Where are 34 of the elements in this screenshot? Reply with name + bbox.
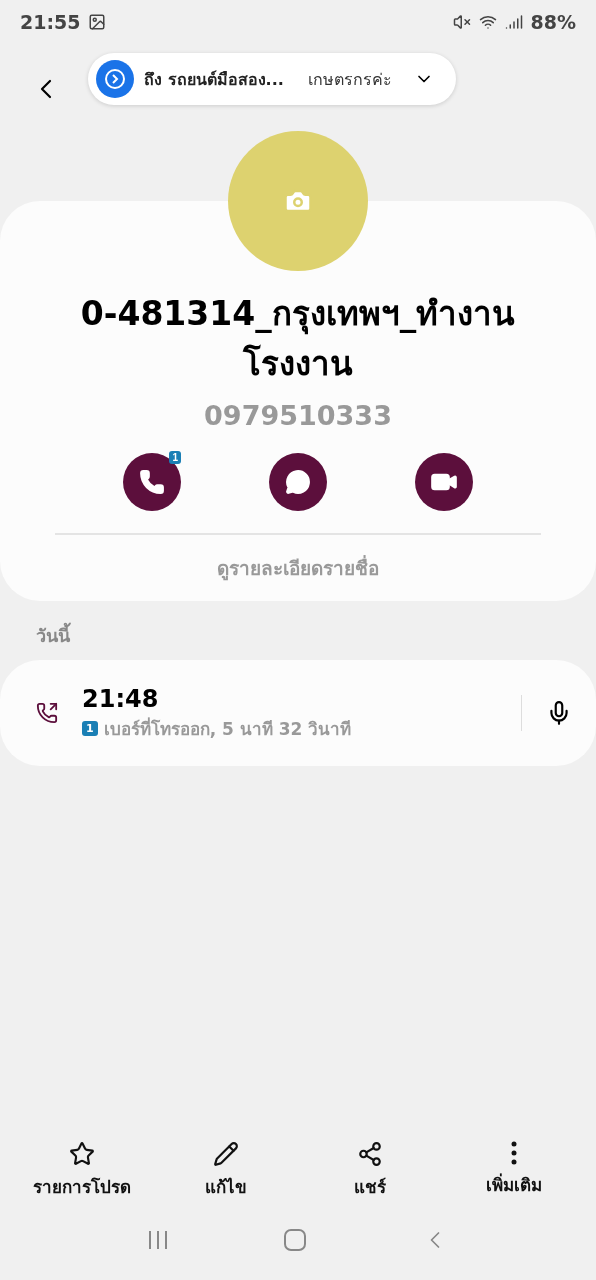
notification-text: เกษตรกรค่ะ [307,68,392,91]
call-log-card[interactable]: 21:48 1 เบอร์ที่โทรออก, 5 นาที 32 วินาที [0,660,596,766]
video-call-button[interactable] [415,453,473,511]
sim-badge: 1 [169,451,181,464]
home-icon[interactable] [283,1228,307,1252]
image-icon [88,13,107,31]
notification-pill[interactable]: ถึง รถยนต์มือสอง... เกษตรกรค่ะ [88,53,456,105]
toolbar-button[interactable]: รายการโปรด [17,1141,147,1200]
call-description: เบอร์ที่โทรออก, 5 นาที 32 วินาที [103,716,352,741]
contact-name: 0-481314_กรุงเทพฯ_ทำงาน โรงงาน [80,293,516,385]
signal-icon [504,13,523,31]
mute-icon [452,13,471,31]
message-button[interactable] [269,453,327,511]
section-heading: วันนี้ [0,601,596,660]
toolbar-button[interactable]: แก้ไข [161,1141,291,1200]
toolbar-button[interactable]: เพิ่มเติม [449,1141,579,1200]
recent-apps-icon[interactable] [147,1229,169,1251]
more-icon [511,1141,517,1165]
pencil-icon [213,1141,239,1167]
battery-level: 88% [530,11,576,33]
share-icon [357,1141,383,1167]
sim-badge: 1 [82,720,98,736]
call-time: 21:48 [82,684,160,713]
toolbar-button[interactable]: แชร์ [305,1141,435,1200]
wifi-icon [478,13,497,31]
call-button[interactable]: 1 [123,453,181,511]
status-time: 21:55 [20,11,81,33]
chat-bubble-icon [285,469,311,495]
phone-icon [139,469,165,495]
notification-title: ถึง รถยนต์มือสอง... [144,68,284,91]
star-icon [69,1141,95,1167]
outgoing-call-icon [36,702,58,724]
phone-number: 0979510333 [204,400,392,431]
app-icon [96,60,134,98]
